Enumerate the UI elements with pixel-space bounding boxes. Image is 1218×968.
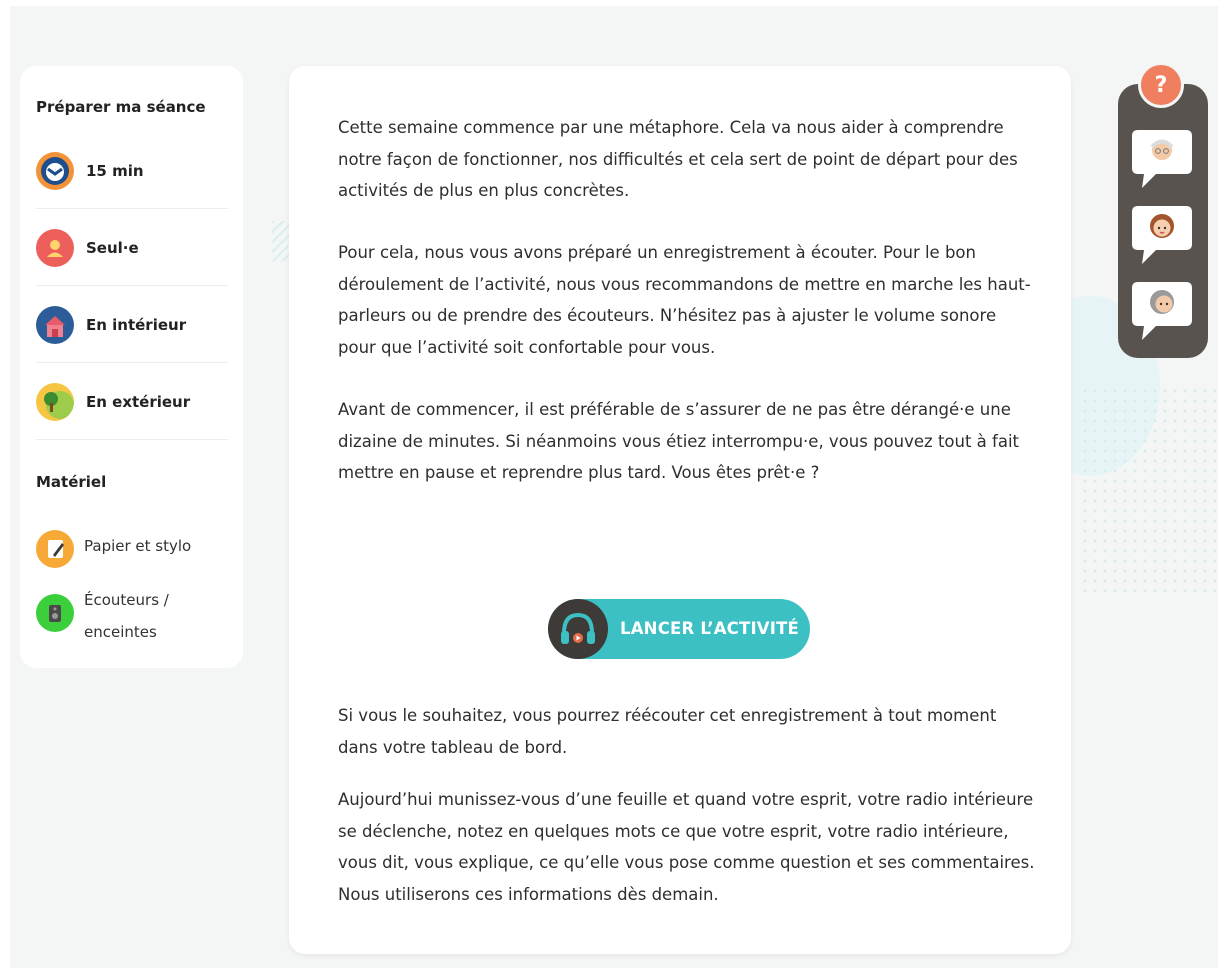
sidebar-item-label: 15 min — [86, 161, 144, 180]
prepare-session-title: Préparer ma séance — [36, 98, 206, 116]
woman-chat-button[interactable] — [1130, 200, 1194, 264]
sidebar-item-alone: Seul·e — [36, 210, 228, 286]
intro-paragraph: Cette semaine commence par une métaphore… — [338, 118, 1018, 200]
material-title: Matériel — [36, 473, 107, 491]
instructions-paragraph: Aujourd’hui munissez-vous d’une feuille … — [338, 790, 1035, 904]
chat-bubble-icon — [1132, 206, 1192, 264]
recording-paragraph: Pour cela, nous vous avons préparé un en… — [338, 243, 1031, 357]
launch-activity-label: LANCER L’ACTIVITÉ — [620, 619, 800, 638]
material-item-paper: Papier et stylo — [36, 530, 228, 568]
chat-bubble-icon — [1132, 130, 1192, 188]
elder-man-chat-button[interactable] — [1130, 124, 1194, 188]
sidebar-item-label: En intérieur — [86, 315, 187, 334]
sidebar-item-label: En extérieur — [86, 392, 191, 411]
clock-icon — [36, 151, 74, 190]
sidebar-item-label: Seul·e — [86, 238, 139, 257]
launch-activity-button[interactable]: LANCER L’ACTIVITÉ — [548, 599, 810, 659]
speaker-icon — [36, 594, 74, 632]
chat-bubble-icon — [1132, 282, 1192, 340]
notepad-icon — [36, 530, 74, 568]
house-icon — [36, 305, 74, 344]
sidebar-item-duration: 15 min — [36, 133, 228, 209]
elder-woman-chat-button[interactable] — [1130, 276, 1194, 340]
before-start-paragraph: Avant de commencer, il est préférable de… — [338, 400, 1020, 482]
activity-card: Cette semaine commence par une métaphore… — [289, 66, 1071, 954]
tree-icon — [36, 382, 74, 421]
material-item-speaker: Écouteurs / enceintes — [36, 584, 228, 648]
headphones-icon — [548, 599, 608, 659]
decorative-dots — [1080, 386, 1218, 596]
help-button[interactable]: ? — [1138, 62, 1184, 108]
sidebar-item-outdoor: En extérieur — [36, 364, 228, 440]
replay-paragraph: Si vous le souhaitez, vous pourrez rééco… — [338, 706, 997, 757]
session-sidebar: Préparer ma séance 15 min Seul·e En inté… — [20, 66, 243, 668]
material-item-label: Écouteurs / enceintes — [84, 591, 169, 641]
person-icon — [36, 228, 74, 267]
material-item-label: Papier et stylo — [84, 537, 192, 555]
sidebar-item-indoor: En intérieur — [36, 287, 228, 363]
